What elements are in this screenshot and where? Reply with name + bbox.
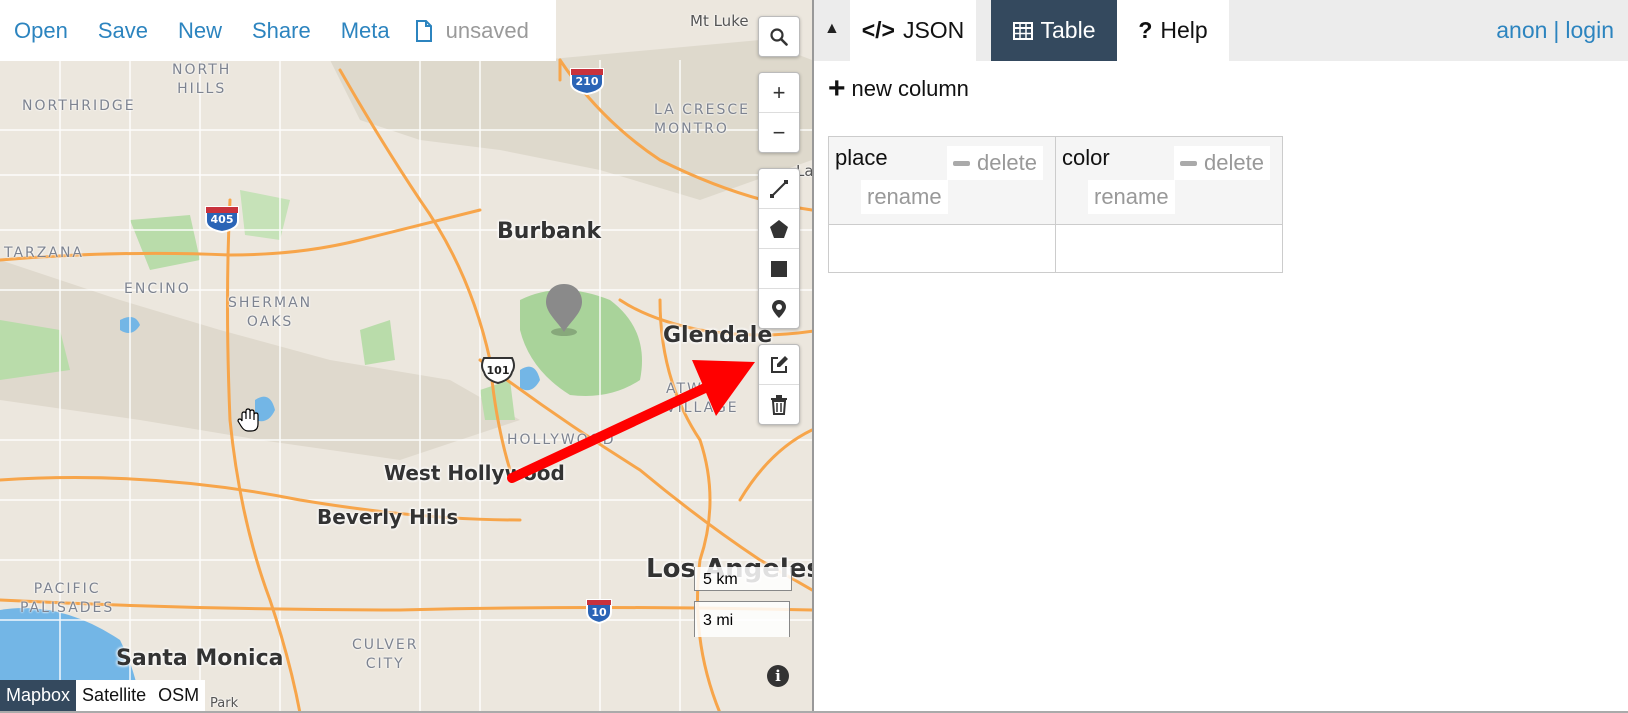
map-label-north-hills: NORTH HILLS	[172, 62, 232, 97]
save-button[interactable]: Save	[98, 18, 148, 44]
rename-column-button[interactable]: rename	[1088, 180, 1175, 214]
scale-mi: 3 mi	[694, 601, 790, 637]
trash-icon	[771, 394, 787, 415]
highway-10-label: 10	[591, 606, 607, 619]
draw-polygon-button[interactable]	[759, 208, 799, 248]
info-icon[interactable]: i	[767, 665, 789, 687]
anon-link[interactable]: anon	[1496, 17, 1547, 43]
zoom-control: + −	[758, 72, 800, 153]
share-button[interactable]: Share	[252, 18, 311, 44]
column-header: color delete rename	[1055, 136, 1283, 225]
draw-marker-button[interactable]	[759, 288, 799, 328]
column-name[interactable]: color	[1062, 145, 1110, 171]
draw-line-button[interactable]	[759, 169, 799, 208]
map-pane[interactable]: NORTH HILLS NORTHRIDGE TARZANA ENCINO SH…	[0, 0, 812, 713]
tab-json[interactable]: </> JSON	[850, 0, 976, 61]
table-row	[828, 224, 1283, 273]
new-column-label: new column	[851, 76, 969, 101]
user-links: anon | login	[1496, 17, 1614, 44]
data-table: place delete rename color delete rename	[828, 136, 1283, 273]
login-link[interactable]: login	[1565, 17, 1614, 43]
table-cell-place[interactable]	[828, 224, 1056, 273]
code-icon: </>	[861, 17, 895, 43]
tab-help-label: Help	[1160, 17, 1208, 43]
map-label-culver-city: CULVER CITY	[352, 637, 419, 672]
search-control	[758, 16, 800, 57]
question-icon: ?	[1138, 17, 1153, 43]
top-menu: Open Save New Share Meta unsaved	[0, 0, 556, 61]
delete-label: delete	[1204, 150, 1264, 175]
marker-icon	[772, 299, 786, 318]
file-status: unsaved	[414, 18, 529, 44]
edit-layers-button[interactable]	[759, 345, 799, 384]
tab-json-label: JSON	[902, 17, 965, 43]
highway-210-label: 210	[575, 75, 599, 88]
map-label-santa-monica: Santa Monica	[116, 646, 284, 671]
table-cell-color[interactable]	[1055, 224, 1283, 273]
delete-layers-button[interactable]	[759, 384, 799, 424]
map-label-la-crescenta: LA CRESCE MONTRO	[654, 102, 751, 137]
collapse-caret-icon[interactable]: ▲	[824, 20, 840, 38]
plus-icon: +	[828, 72, 846, 105]
column-name[interactable]: place	[835, 145, 888, 171]
map-label-sherman-oaks: SHERMAN OAKS	[228, 295, 313, 330]
tab-help[interactable]: ? Help	[1117, 0, 1229, 61]
user-separator: |	[1553, 17, 1560, 43]
meta-button[interactable]: Meta	[341, 18, 390, 44]
search-icon	[770, 27, 788, 46]
map-label-mt-lukens: Mt Luke	[690, 12, 749, 30]
delete-column-button[interactable]: delete	[947, 146, 1043, 180]
map-label-encino: ENCINO	[124, 281, 191, 297]
red-arrow-annotation	[507, 360, 755, 483]
map-label-burbank: Burbank	[497, 219, 602, 244]
scale-km: 5 km	[694, 567, 792, 591]
zoom-in-button[interactable]: +	[759, 73, 799, 112]
tab-table[interactable]: Table	[991, 0, 1117, 61]
open-button[interactable]: Open	[14, 18, 68, 44]
edit-toolbar	[758, 344, 800, 425]
delete-label: delete	[977, 150, 1037, 175]
minus-icon	[1180, 160, 1197, 166]
delete-column-button[interactable]: delete	[1174, 146, 1270, 180]
rename-column-button[interactable]: rename	[861, 180, 948, 214]
map-label-tarzana: TARZANA	[4, 245, 84, 261]
file-icon	[415, 19, 432, 42]
column-header: place delete rename	[828, 136, 1056, 225]
file-status-text: unsaved	[445, 17, 529, 43]
layer-switcher: Mapbox Satellite OSM	[0, 680, 206, 713]
hand-cursor-icon	[237, 408, 259, 432]
new-button[interactable]: New	[178, 18, 222, 44]
tab-bar: ▲ </> JSON Table ? Help anon | login	[814, 0, 1628, 61]
right-pane: ▲ </> JSON Table ? Help anon | login + new…	[814, 0, 1628, 713]
draw-rectangle-button[interactable]	[759, 248, 799, 288]
draw-toolbar	[758, 168, 800, 329]
zoom-out-button[interactable]: −	[759, 112, 799, 152]
layer-mapbox[interactable]: Mapbox	[0, 680, 77, 713]
polygon-icon	[770, 219, 788, 238]
search-button[interactable]	[759, 17, 799, 56]
minus-icon	[953, 160, 970, 166]
new-column-button[interactable]: + new column	[828, 72, 969, 105]
polyline-icon	[770, 179, 788, 198]
edit-icon	[771, 355, 788, 373]
map-label-northridge: NORTHRIDGE	[22, 98, 136, 114]
table-icon	[1012, 21, 1033, 40]
tab-table-label: Table	[1040, 17, 1096, 43]
highway-405-label: 405	[210, 213, 234, 226]
map-label-beverly-hills: Beverly Hills	[317, 505, 459, 529]
layer-osm[interactable]: OSM	[152, 680, 206, 713]
map-scale: 5 km 3 mi	[694, 567, 792, 637]
map-label-pacific-palisades: PACIFIC PALISADES	[20, 581, 115, 616]
layer-satellite[interactable]: Satellite	[76, 680, 153, 713]
rectangle-icon	[771, 260, 787, 277]
